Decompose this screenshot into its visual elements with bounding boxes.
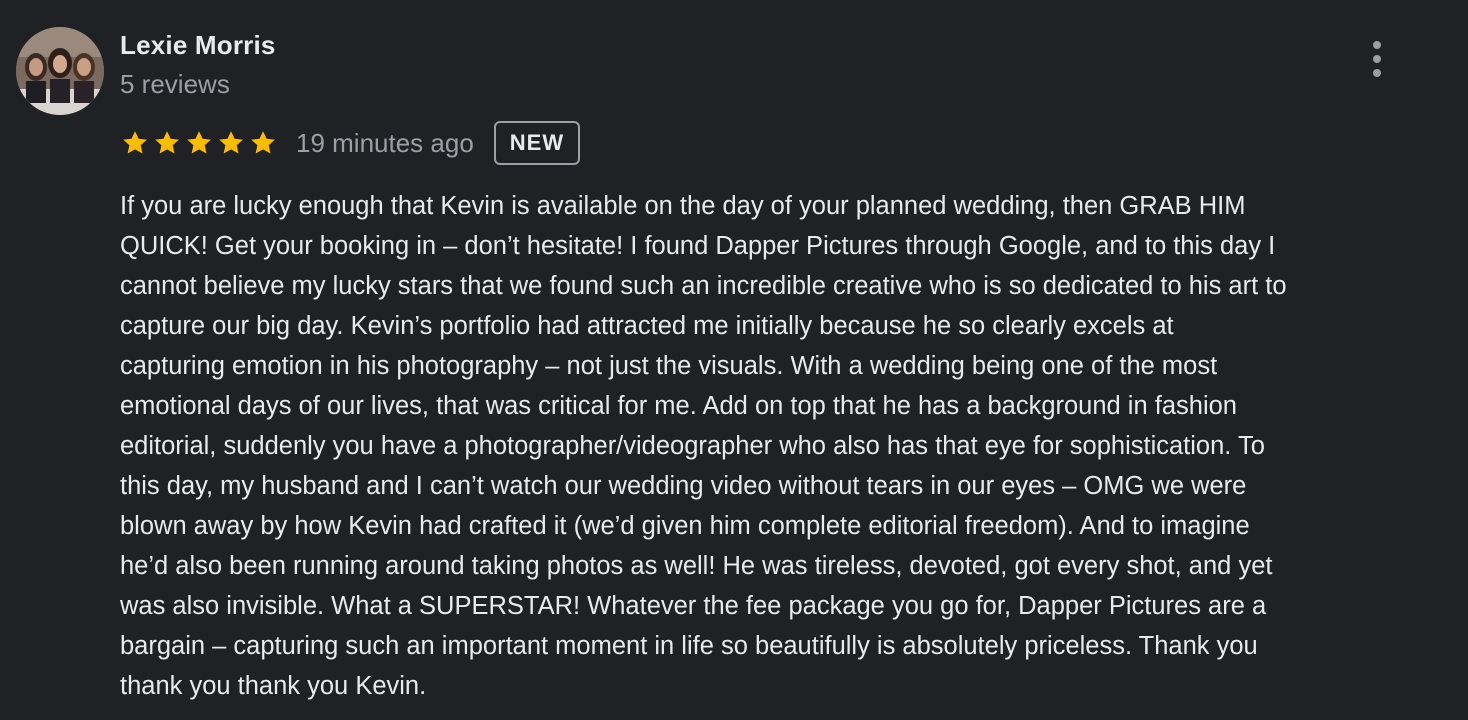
star-icon — [251, 131, 275, 154]
profile-photo — [16, 27, 104, 115]
more-vert-icon-dot — [1373, 69, 1381, 77]
star-icon — [187, 131, 211, 154]
review-time: 19 minutes ago — [296, 127, 474, 158]
review-meta: 19 minutes ago NEW — [120, 119, 581, 167]
star-icon — [155, 131, 179, 154]
review-text: If you are lucky enough that Kevin is av… — [120, 192, 1287, 700]
star-icon — [219, 131, 243, 154]
star-icon — [123, 131, 147, 154]
avatar[interactable] — [16, 27, 104, 115]
review-count[interactable]: 5 reviews — [120, 69, 230, 100]
star-rating — [120, 128, 278, 158]
review-card: Lexie Morris 5 reviews 19 minutes ago NE… — [0, 0, 1468, 720]
new-badge: NEW — [493, 121, 581, 165]
author-name[interactable]: Lexie Morris — [120, 30, 276, 61]
more-options-button[interactable] — [1360, 36, 1394, 82]
more-vert-icon — [1373, 41, 1381, 49]
more-vert-icon-dot — [1373, 55, 1381, 63]
